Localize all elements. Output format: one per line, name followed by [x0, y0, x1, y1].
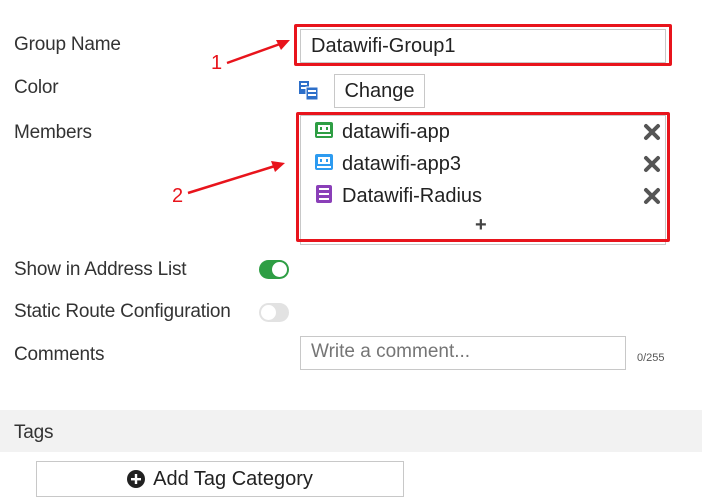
annotation-arrows [187, 40, 290, 195]
annotation-marker-1: 1 [211, 52, 223, 74]
annotation-arrowhead-2 [271, 161, 285, 172]
annotation-arrow-1 [226, 42, 281, 65]
annotation-arrow-2 [187, 164, 276, 195]
annotation-marker-2: 2 [172, 185, 184, 207]
